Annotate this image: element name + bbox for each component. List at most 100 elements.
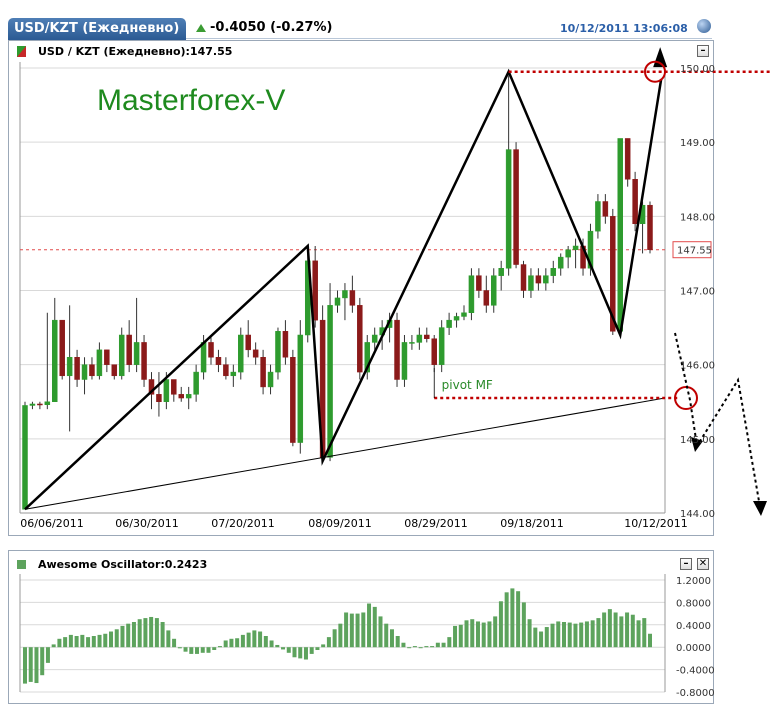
ao-bar — [464, 620, 469, 648]
candle-body — [342, 290, 348, 299]
ao-bar — [407, 647, 412, 649]
ao-bar — [229, 638, 234, 648]
x-tick-label: 10/12/2011 — [624, 517, 687, 530]
ao-bar — [498, 601, 503, 648]
ao-bar — [441, 642, 446, 648]
ao-bar — [28, 647, 33, 682]
candle-body — [252, 349, 259, 358]
candle-body — [505, 149, 512, 269]
last-price-label: 147.55 — [677, 246, 712, 257]
ao-bar — [458, 624, 463, 648]
candle-body — [66, 357, 73, 377]
ao-bar — [395, 636, 400, 648]
ao-bar — [561, 622, 566, 648]
candle-body — [491, 275, 497, 306]
ao-bar — [200, 647, 205, 653]
ao-bar — [544, 627, 549, 648]
ao-bar — [619, 616, 624, 648]
candle-body — [238, 334, 244, 373]
candle-body — [446, 319, 452, 328]
ao-bar — [166, 630, 171, 648]
candle-body — [483, 290, 490, 306]
candle-body — [520, 264, 527, 291]
candle-body — [565, 249, 571, 258]
ao-bar — [235, 638, 240, 648]
candle-body — [349, 290, 356, 306]
ao-bar — [642, 618, 647, 648]
ao-bar — [45, 647, 50, 663]
candle-body — [528, 275, 534, 291]
ao-bar — [332, 629, 337, 648]
candle-body — [52, 319, 58, 402]
candle-body — [513, 149, 519, 265]
ao-bar — [51, 644, 56, 648]
candle-body — [260, 357, 266, 388]
ao-bar — [613, 612, 618, 648]
ao-bar — [550, 623, 555, 648]
pivot-label: pivot MF — [442, 378, 493, 392]
candle-body — [290, 357, 296, 443]
candle-body — [498, 268, 504, 276]
candle-body — [617, 138, 623, 332]
ao-bar — [412, 646, 417, 648]
ao-bar — [453, 625, 458, 648]
candle-body — [438, 327, 445, 365]
ao-bar — [240, 634, 245, 648]
x-tick-label: 08/29/2011 — [404, 517, 467, 530]
ao-bar — [109, 631, 114, 648]
ao-bar — [137, 619, 142, 648]
ao-bar — [556, 621, 561, 648]
ao-bar — [63, 637, 68, 648]
ao-bar — [584, 621, 589, 648]
ao-bar — [625, 612, 630, 648]
ao-bar — [74, 636, 79, 648]
ao-bar — [131, 622, 136, 648]
ao-bar — [172, 638, 177, 648]
candle-body — [453, 316, 460, 321]
ao-bar — [539, 631, 544, 648]
ao-bar — [527, 619, 532, 648]
ao-y-tick-label: 0.0000 — [676, 643, 711, 654]
candle-body — [223, 364, 229, 377]
ao-bar — [252, 630, 257, 648]
ao-bar — [298, 647, 303, 659]
y-tick-label: 146.00 — [680, 361, 715, 372]
ao-y-tick-label: 0.4000 — [676, 621, 711, 632]
ao-bar — [372, 606, 377, 648]
candle-body — [476, 275, 482, 291]
pivot-circle — [674, 386, 698, 411]
ao-bar — [212, 647, 217, 650]
ao-bar — [309, 647, 314, 654]
candle-body — [44, 401, 51, 405]
ao-bar — [177, 647, 182, 649]
candle-body — [141, 342, 147, 380]
ao-bar — [97, 634, 102, 648]
y-tick-label: 150.00 — [680, 64, 715, 75]
ao-bar — [292, 647, 297, 658]
ao-bar — [154, 618, 159, 648]
ao-bar — [504, 592, 509, 648]
ao-y-tick-label: -0.4000 — [676, 666, 715, 677]
candle-body — [357, 305, 363, 373]
ao-bar — [344, 612, 349, 648]
ao-bar — [91, 636, 96, 648]
candle-body — [245, 334, 251, 351]
ao-bar — [68, 634, 73, 648]
ao-bar — [315, 647, 320, 650]
candle-body — [126, 334, 132, 365]
candle-body — [89, 364, 95, 377]
ao-bar — [34, 647, 39, 684]
y-tick-label: 149.00 — [680, 138, 715, 149]
ao-bar — [630, 614, 635, 648]
candle-body — [632, 179, 638, 224]
ao-bar — [361, 612, 366, 648]
candle-body — [22, 405, 28, 510]
ao-bar — [590, 620, 595, 648]
candle-body — [557, 256, 564, 269]
ao-bar — [648, 633, 652, 648]
candle-body — [163, 379, 170, 402]
ao-bar — [160, 622, 165, 648]
y-tick-label: 148.00 — [680, 212, 715, 223]
ao-bar — [596, 618, 601, 648]
ao-bar — [263, 636, 268, 648]
